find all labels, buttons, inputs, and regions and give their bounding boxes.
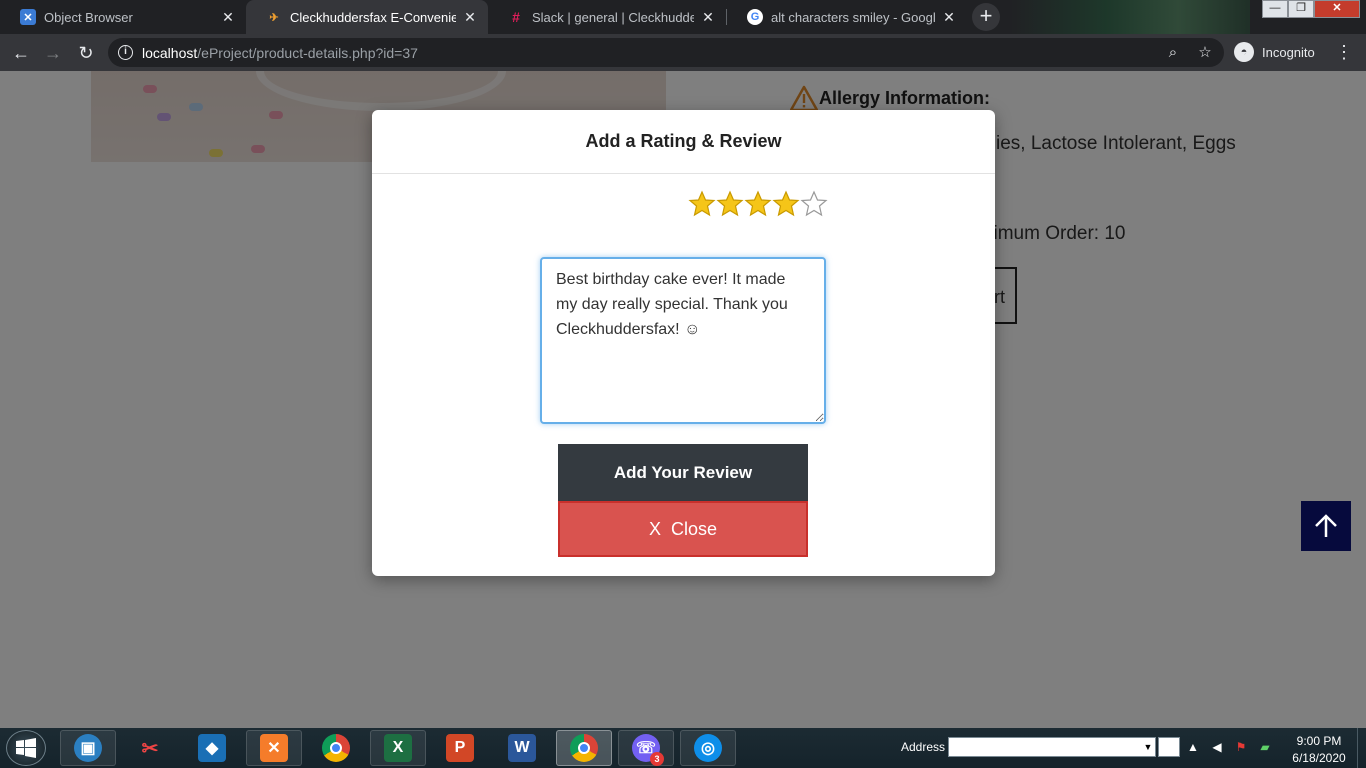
virtualbox-icon: ◆ xyxy=(198,734,226,762)
browser-toolbar: ← → ↻ i localhost/eProject/product-detai… xyxy=(0,34,1366,71)
review-textarea[interactable] xyxy=(540,257,826,424)
tab-slack[interactable]: # Slack | general | Cleckhuddersfax ✕ xyxy=(488,0,726,34)
browser-menu-icon[interactable]: ⋮ xyxy=(1334,40,1354,66)
taskbar-teamviewer[interactable]: ◎ xyxy=(680,730,736,766)
tab-title: Object Browser xyxy=(44,9,133,25)
close-modal-button[interactable]: X Close xyxy=(558,501,808,557)
taskbar-chrome-active[interactable] xyxy=(556,730,612,766)
close-tab-icon[interactable]: ✕ xyxy=(220,9,236,26)
site-info-icon[interactable]: i xyxy=(118,45,133,60)
show-desktop-button[interactable] xyxy=(1357,728,1366,768)
tab-title: alt characters smiley - Google Search xyxy=(771,9,935,25)
scroll-to-top-button[interactable] xyxy=(1301,501,1351,551)
zoom-icon[interactable]: ⌕ xyxy=(1164,44,1182,62)
tab-cleckhuddersfax-store[interactable]: ✈ Cleckhuddersfax E-Convenient Store ✕ xyxy=(246,0,488,34)
file-explorer-icon: ▣ xyxy=(74,734,102,762)
back-arrow-icon[interactable]: ← xyxy=(8,40,34,66)
star-filled-icon[interactable] xyxy=(716,190,744,218)
word-icon: W xyxy=(508,734,536,762)
close-tab-icon[interactable]: ✕ xyxy=(941,9,957,26)
url-text[interactable]: localhost/eProject/product-details.php?i… xyxy=(142,45,418,61)
tab-strip-background xyxy=(1010,0,1250,34)
taskbar-virtualbox[interactable]: ◆ xyxy=(184,730,240,766)
tab-title: Cleckhuddersfax E-Convenient Store xyxy=(290,9,456,25)
address-dropdown-icon[interactable]: ▼ xyxy=(1140,737,1156,757)
taskbar-powerpoint[interactable]: P xyxy=(432,730,488,766)
chrome-icon xyxy=(322,734,350,762)
close-tab-icon[interactable]: ✕ xyxy=(462,9,478,26)
new-tab-button[interactable]: + xyxy=(972,3,1000,31)
bookmark-star-icon[interactable]: ☆ xyxy=(1196,44,1214,62)
address-toolbar-input[interactable] xyxy=(948,737,1156,757)
security-alert-icon[interactable]: ⚑ xyxy=(1234,740,1248,756)
address-toolbar-label: Address xyxy=(901,740,946,754)
excel-icon: X xyxy=(384,734,412,762)
volume-icon[interactable]: ◀ xyxy=(1210,740,1224,756)
google-favicon-icon: G xyxy=(747,9,763,25)
clock-time[interactable]: 9:00 PM xyxy=(1286,734,1352,748)
taskbar-file-explorer[interactable]: ▣ xyxy=(60,730,116,766)
incognito-indicator[interactable]: ◓ Incognito xyxy=(1234,41,1315,63)
close-window-button[interactable]: ✕ xyxy=(1314,0,1360,18)
object-browser-favicon-icon: ✕ xyxy=(20,9,36,25)
modal-title: Add a Rating & Review xyxy=(585,131,782,151)
taskbar-excel[interactable]: X xyxy=(370,730,426,766)
network-icon[interactable]: ▰ xyxy=(1258,740,1272,756)
viber-icon: ☏ 3 xyxy=(632,734,664,766)
star-empty-icon[interactable] xyxy=(800,190,828,218)
taskbar-viber[interactable]: ☏ 3 xyxy=(618,730,674,766)
reload-icon[interactable]: ↻ xyxy=(73,40,99,66)
forward-arrow-icon[interactable]: → xyxy=(40,40,66,66)
chrome-icon xyxy=(570,734,598,762)
powerpoint-icon: P xyxy=(446,734,474,762)
windows-logo-icon xyxy=(16,738,36,758)
incognito-icon: ◓ xyxy=(1234,42,1254,62)
review-modal: Add a Rating & Review Add Your Review XC… xyxy=(372,110,995,576)
clock-date[interactable]: 6/18/2020 xyxy=(1286,751,1352,765)
modal-header: Add a Rating & Review xyxy=(372,110,995,174)
slack-favicon-icon: # xyxy=(512,9,520,25)
close-x-icon: X xyxy=(648,518,661,539)
star-rating[interactable] xyxy=(688,190,828,218)
xampp-icon: ✕ xyxy=(260,734,288,762)
browser-tab-strip: ✕ Object Browser ✕ ✈ Cleckhuddersfax E-C… xyxy=(0,0,1366,34)
minimize-window-button[interactable]: — xyxy=(1262,0,1288,18)
taskbar-chrome[interactable] xyxy=(308,730,364,766)
incognito-label: Incognito xyxy=(1262,44,1315,60)
url-host: localhost xyxy=(142,45,198,61)
address-bar[interactable]: i localhost/eProject/product-details.php… xyxy=(108,38,1224,67)
taskbar-xampp[interactable]: ✕ xyxy=(246,730,302,766)
add-review-button[interactable]: Add Your Review xyxy=(558,444,808,501)
windows-taskbar: ▣ ✂ ◆ ✕ X P W ☏ 3 ◎ Address ▼ ▲ ◀ ⚑ ▰ 9:… xyxy=(0,728,1366,768)
arrow-up-icon xyxy=(1315,514,1337,537)
star-filled-icon[interactable] xyxy=(772,190,800,218)
close-tab-icon[interactable]: ✕ xyxy=(700,9,716,26)
snipping-tool-icon: ✂ xyxy=(141,737,159,760)
close-button-label: Close xyxy=(670,518,718,539)
star-filled-icon[interactable] xyxy=(744,190,772,218)
teamviewer-icon: ◎ xyxy=(694,734,722,762)
restore-window-button[interactable]: ❐ xyxy=(1288,0,1314,18)
start-button[interactable] xyxy=(6,730,46,766)
address-go-button[interactable] xyxy=(1158,737,1180,757)
tab-google-search[interactable]: G alt characters smiley - Google Search … xyxy=(727,0,967,34)
url-path: /eProject/product-details.php?id=37 xyxy=(197,45,418,61)
tray-expand-icon[interactable]: ▲ xyxy=(1186,740,1200,756)
taskbar-word[interactable]: W xyxy=(494,730,550,766)
tab-title: Slack | general | Cleckhuddersfax xyxy=(532,9,694,25)
viber-badge: 3 xyxy=(650,752,664,766)
store-favicon-icon: ✈ xyxy=(269,11,279,24)
taskbar-snipping-tool[interactable]: ✂ xyxy=(122,730,178,766)
tab-object-browser[interactable]: ✕ Object Browser ✕ xyxy=(0,0,246,34)
star-filled-icon[interactable] xyxy=(688,190,716,218)
